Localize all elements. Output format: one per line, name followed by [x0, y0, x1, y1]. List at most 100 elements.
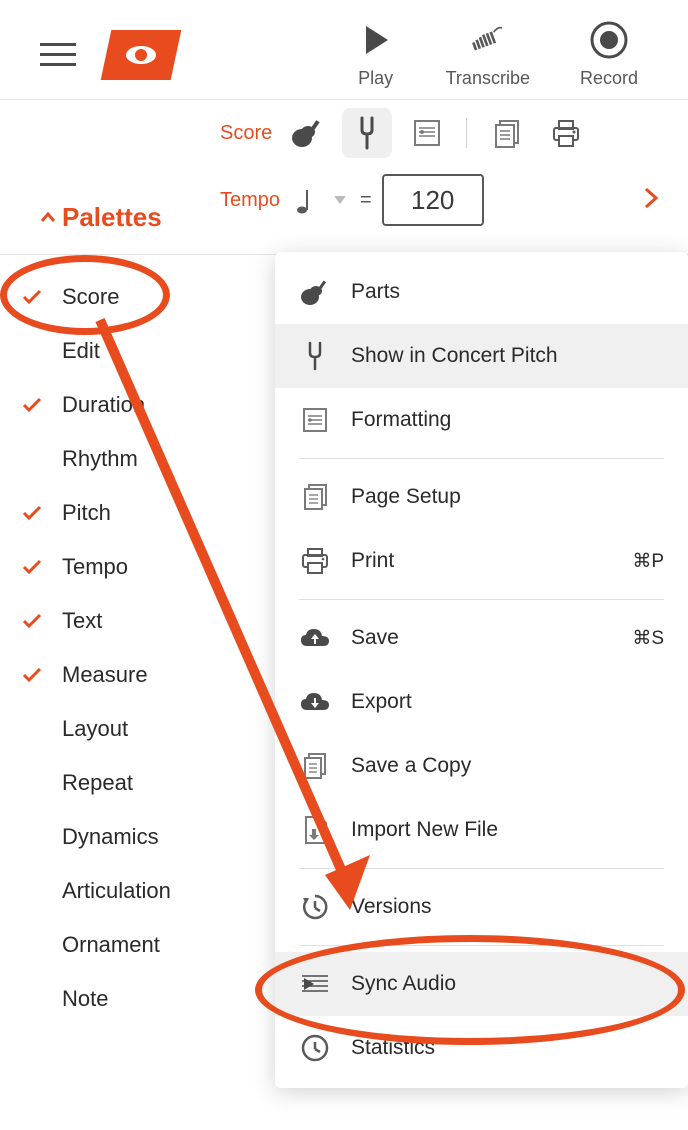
- check-icon: [20, 501, 44, 525]
- menu-divider: [299, 599, 664, 600]
- record-label: Record: [580, 68, 638, 89]
- menu-shortcut: ⌘P: [632, 550, 664, 573]
- menu-parts[interactable]: Parts: [275, 260, 688, 324]
- menu-divider: [299, 945, 664, 946]
- tuning-fork-icon: [355, 116, 379, 150]
- tempo-note-icon[interactable]: [290, 186, 320, 214]
- palette-label: Tempo: [62, 554, 128, 580]
- palette-label: Dynamics: [62, 824, 159, 850]
- instrument-button[interactable]: [282, 108, 332, 158]
- transcribe-label: Transcribe: [446, 68, 530, 89]
- palette-item-ornament[interactable]: Ornament: [0, 918, 280, 972]
- pages-icon: [299, 481, 331, 513]
- menu-save-copy[interactable]: Save a Copy: [275, 734, 688, 798]
- check-icon: [20, 879, 44, 903]
- check-icon: [20, 555, 44, 579]
- record-button[interactable]: Record: [580, 20, 638, 89]
- menu-label: Statistics: [351, 1036, 664, 1060]
- tempo-label[interactable]: Tempo: [220, 189, 280, 212]
- menu-save[interactable]: Save ⌘S: [275, 606, 688, 670]
- palette-label: Measure: [62, 662, 148, 688]
- cloud-download-icon: [299, 686, 331, 718]
- guitar-icon: [290, 116, 324, 150]
- menu-label: Print: [351, 549, 612, 573]
- palettes-title: Palettes: [62, 202, 162, 233]
- menu-formatting[interactable]: Formatting: [275, 388, 688, 452]
- cloud-upload-icon: [299, 622, 331, 654]
- menu-print[interactable]: Print ⌘P: [275, 529, 688, 593]
- score-dropdown-menu: Parts Show in Concert Pitch Formatting P…: [275, 252, 688, 1088]
- print-button[interactable]: [541, 108, 591, 158]
- palette-item-note[interactable]: Note: [0, 972, 280, 1026]
- transcribe-icon: [468, 20, 508, 60]
- tuning-fork-button[interactable]: [342, 108, 392, 158]
- record-icon: [589, 20, 629, 60]
- formatting-icon: [299, 404, 331, 436]
- menu-label: Import New File: [351, 818, 664, 842]
- menu-import[interactable]: Import New File: [275, 798, 688, 862]
- palette-label: Rhythm: [62, 446, 138, 472]
- palette-item-edit[interactable]: Edit: [0, 324, 280, 378]
- palette-label: Edit: [62, 338, 100, 364]
- menu-export[interactable]: Export: [275, 670, 688, 734]
- palette-item-articulation[interactable]: Articulation: [0, 864, 280, 918]
- pages-button[interactable]: [481, 108, 531, 158]
- palettes-header[interactable]: Palettes: [0, 190, 192, 249]
- menu-concert-pitch[interactable]: Show in Concert Pitch: [275, 324, 688, 388]
- menu-button[interactable]: [40, 43, 76, 66]
- palette-label: Ornament: [62, 932, 160, 958]
- check-icon: [20, 771, 44, 795]
- palette-label: Text: [62, 608, 102, 634]
- check-icon: [20, 447, 44, 471]
- palette-item-score[interactable]: Score: [0, 270, 280, 324]
- menu-shortcut: ⌘S: [632, 627, 664, 650]
- check-icon: [20, 717, 44, 741]
- tempo-equals: =: [360, 189, 372, 212]
- import-file-icon: [299, 814, 331, 846]
- palette-label: Layout: [62, 716, 128, 742]
- tempo-expand-chevron[interactable]: [644, 185, 658, 216]
- menu-divider: [299, 458, 664, 459]
- check-icon: [20, 285, 44, 309]
- tuning-fork-icon: [299, 340, 331, 372]
- palette-list: Score Edit Duration Rhythm Pitch Tempo T…: [0, 270, 280, 1026]
- palette-item-repeat[interactable]: Repeat: [0, 756, 280, 810]
- palette-item-layout[interactable]: Layout: [0, 702, 280, 756]
- menu-label: Sync Audio: [351, 972, 664, 996]
- palette-item-pitch[interactable]: Pitch: [0, 486, 280, 540]
- menu-label: Page Setup: [351, 485, 664, 509]
- check-icon: [20, 825, 44, 849]
- menu-label: Save a Copy: [351, 754, 664, 778]
- score-link[interactable]: Score: [220, 122, 272, 145]
- play-button[interactable]: Play: [356, 20, 396, 89]
- menu-page-setup[interactable]: Page Setup: [275, 465, 688, 529]
- play-label: Play: [358, 68, 393, 89]
- palette-item-tempo[interactable]: Tempo: [0, 540, 280, 594]
- palettes-caret-icon: [40, 207, 56, 228]
- tempo-dropdown[interactable]: [330, 190, 350, 210]
- check-icon: [20, 609, 44, 633]
- menu-versions[interactable]: Versions: [275, 875, 688, 939]
- palette-item-measure[interactable]: Measure: [0, 648, 280, 702]
- palette-item-dynamics[interactable]: Dynamics: [0, 810, 280, 864]
- score-layout-button[interactable]: [402, 108, 452, 158]
- palette-label: Duration: [62, 392, 145, 418]
- app-logo[interactable]: [101, 30, 182, 80]
- palette-item-text[interactable]: Text: [0, 594, 280, 648]
- palette-item-rhythm[interactable]: Rhythm: [0, 432, 280, 486]
- menu-label: Parts: [351, 280, 664, 304]
- pages-icon: [490, 117, 522, 149]
- palette-item-duration[interactable]: Duration: [0, 378, 280, 432]
- menu-statistics[interactable]: Statistics: [275, 1016, 688, 1080]
- toolbar-divider: [466, 118, 467, 148]
- top-toolbar: Play Transcribe: [0, 0, 688, 99]
- check-icon: [20, 339, 44, 363]
- transcribe-button[interactable]: Transcribe: [446, 20, 530, 89]
- menu-label: Versions: [351, 895, 664, 919]
- palette-label: Note: [62, 986, 108, 1012]
- history-icon: [299, 891, 331, 923]
- tempo-input[interactable]: [382, 174, 484, 226]
- play-icon: [356, 20, 396, 60]
- check-icon: [20, 987, 44, 1011]
- menu-sync-audio[interactable]: Sync Audio: [275, 952, 688, 1016]
